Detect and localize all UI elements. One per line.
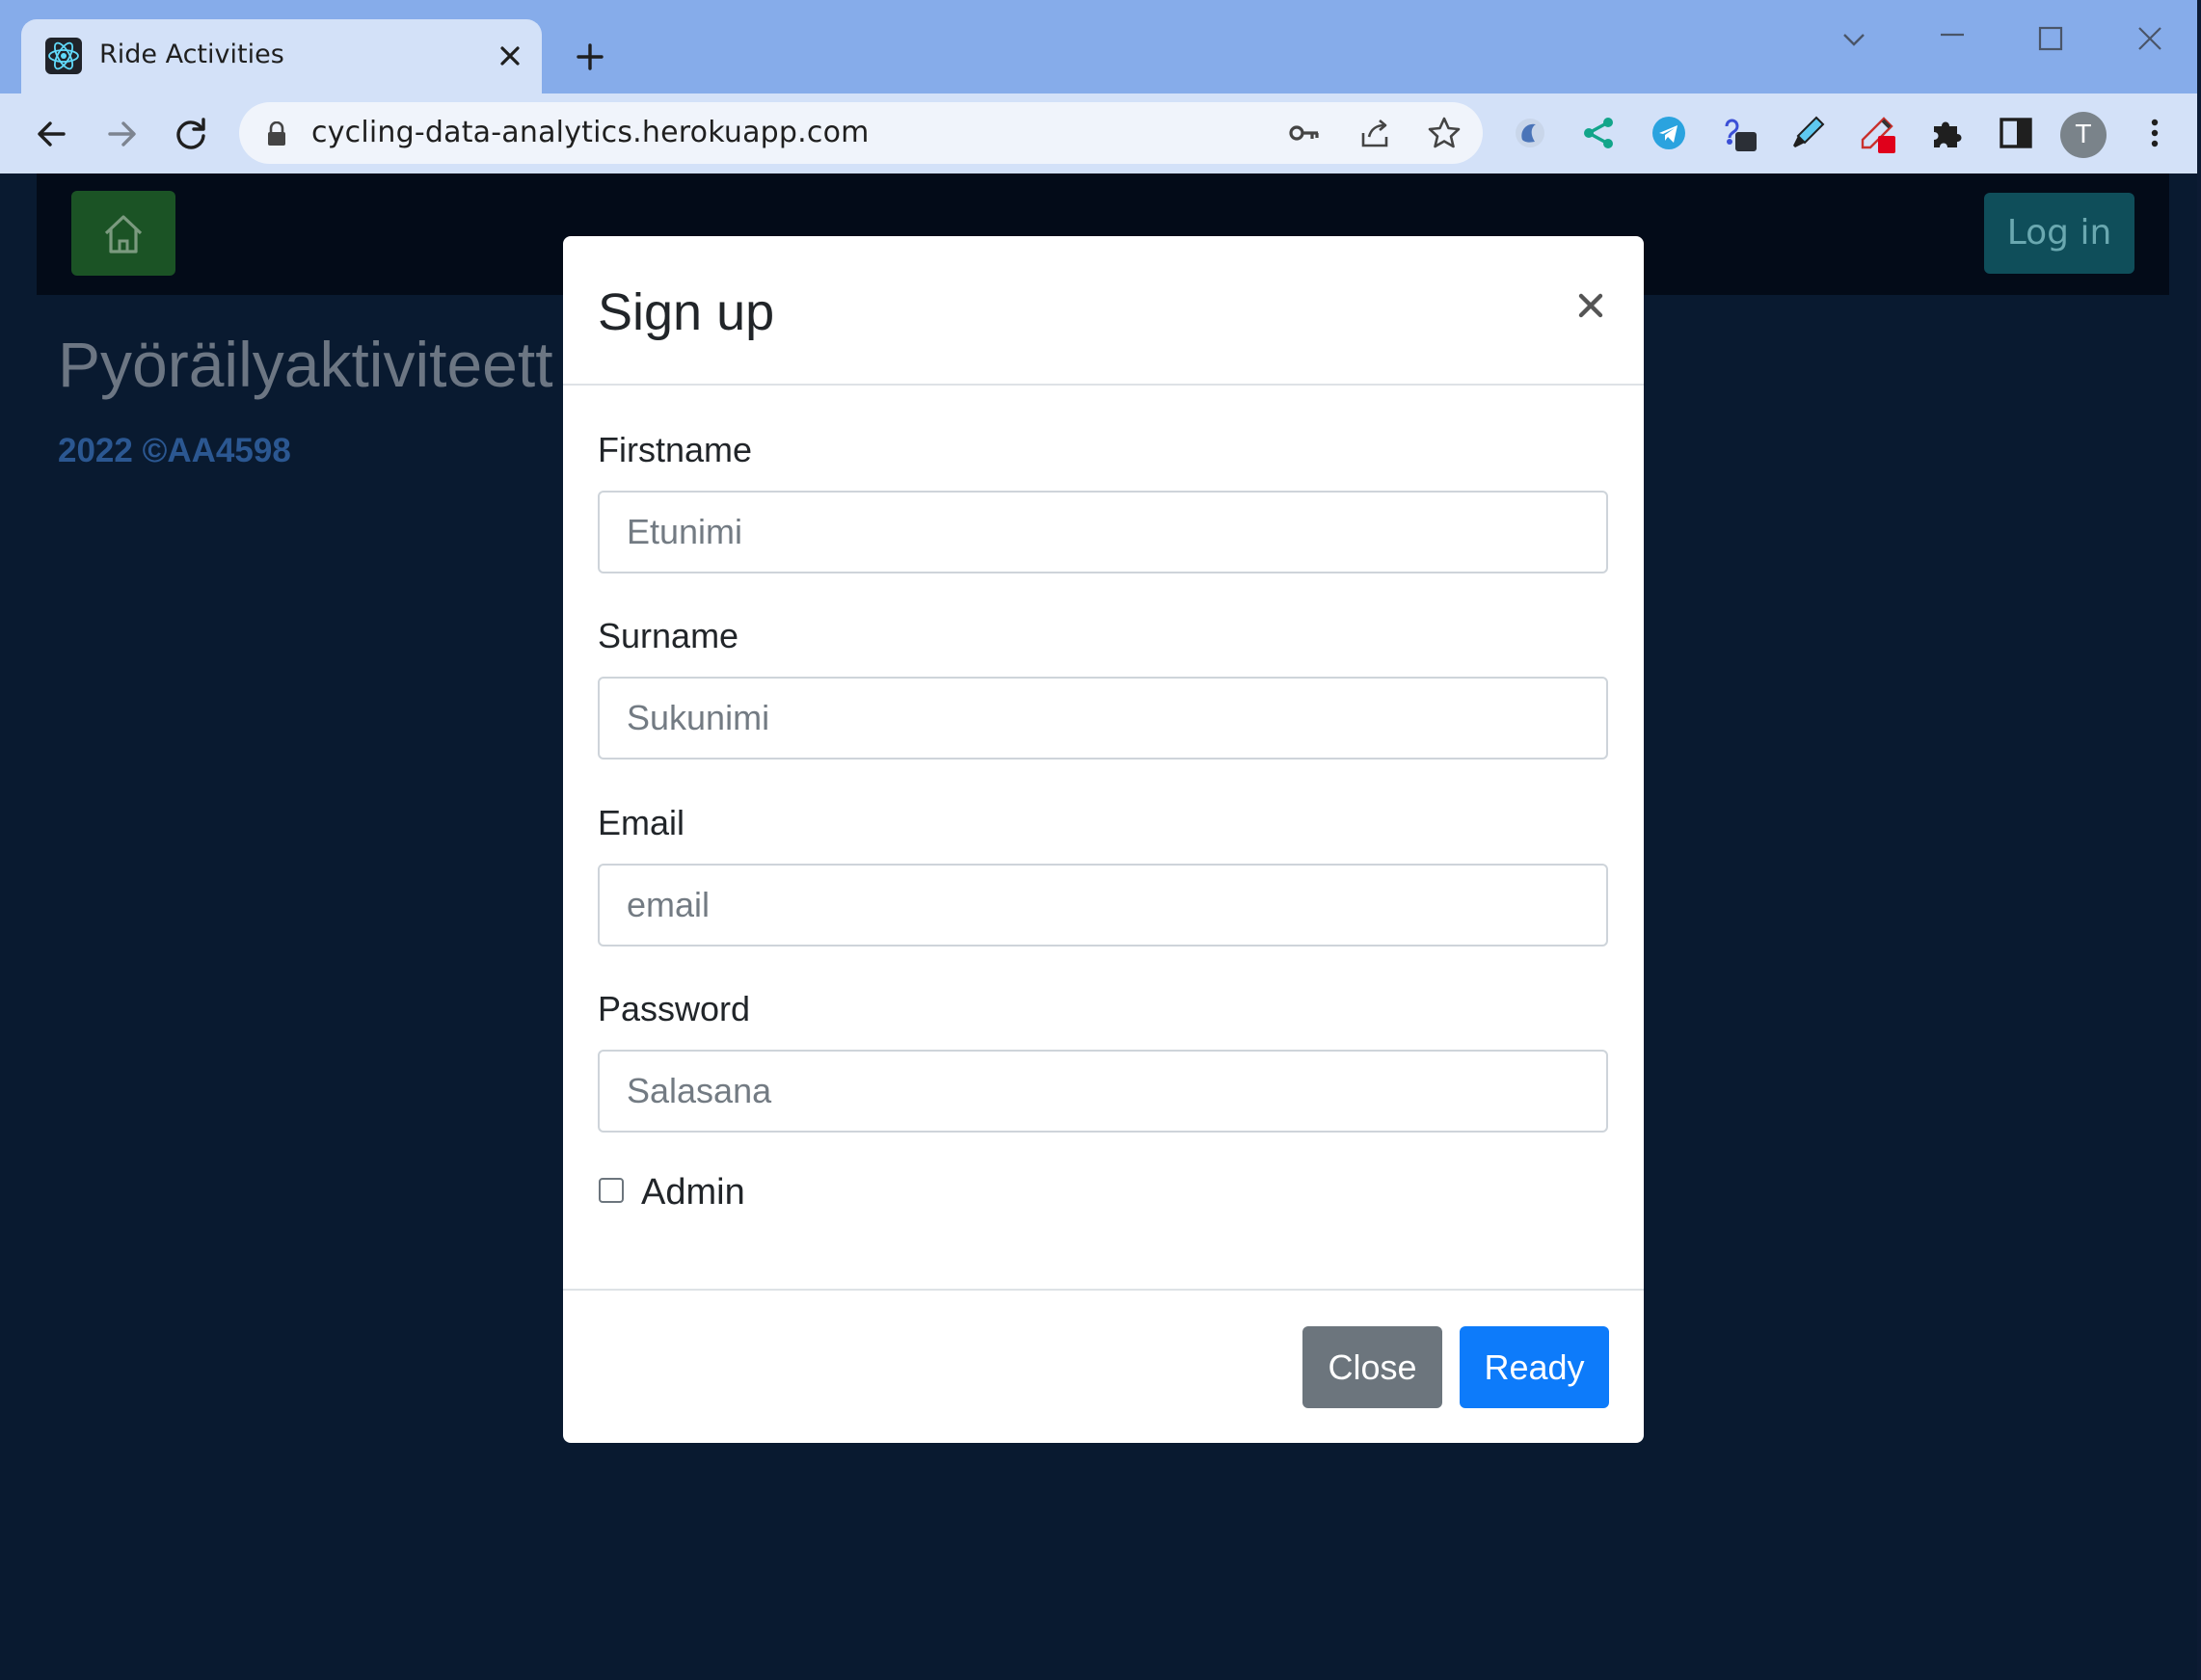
side-panel-icon[interactable] xyxy=(1996,113,2036,153)
surname-input[interactable] xyxy=(598,677,1608,760)
modal-footer: Close Ready xyxy=(563,1289,1644,1443)
puzzle-icon[interactable] xyxy=(1926,113,1967,153)
close-button[interactable]: Close xyxy=(1302,1326,1442,1408)
admin-label[interactable]: Admin xyxy=(641,1171,745,1213)
admin-checkbox[interactable] xyxy=(599,1178,624,1203)
eyedropper-icon[interactable] xyxy=(1857,113,1897,153)
address-bar[interactable]: cycling-data-analytics.herokuapp.com xyxy=(239,102,1483,164)
key-icon[interactable] xyxy=(1285,114,1324,152)
firstname-label: Firstname xyxy=(598,430,753,469)
tab-title: Ride Activities xyxy=(99,40,284,69)
link-extension-icon[interactable] xyxy=(1718,113,1758,153)
bookmark-star-icon[interactable] xyxy=(1425,114,1463,152)
page-title: Pyöräilyaktiviteett xyxy=(58,329,553,400)
email-label: Email xyxy=(598,803,685,842)
back-arrow-icon[interactable] xyxy=(27,109,77,159)
new-tab-icon[interactable] xyxy=(567,34,613,80)
email-input[interactable] xyxy=(598,864,1608,947)
lock-icon[interactable] xyxy=(266,121,287,147)
tab-close-icon[interactable] xyxy=(492,38,528,74)
browser-menu-icon[interactable] xyxy=(2134,113,2175,153)
telegram-icon[interactable] xyxy=(1649,113,1689,153)
password-input[interactable] xyxy=(598,1050,1608,1133)
firstname-input[interactable] xyxy=(598,491,1608,573)
browser-toolbar: cycling-data-analytics.herokuapp.com T xyxy=(0,93,2201,173)
profile-avatar[interactable]: T xyxy=(2060,112,2107,158)
modal-title: Sign up xyxy=(598,283,775,341)
modal-header: Sign up xyxy=(563,236,1644,386)
browser-tab[interactable]: Ride Activities xyxy=(21,19,542,94)
maximize-icon[interactable] xyxy=(2022,15,2080,62)
react-favicon-icon xyxy=(45,38,82,74)
forward-arrow-icon[interactable] xyxy=(96,109,147,159)
tab-search-chevron-icon[interactable] xyxy=(1825,15,1883,62)
browser-titlebar: Ride Activities xyxy=(0,0,2201,94)
window-edge xyxy=(2197,0,2201,1680)
window-close-icon[interactable] xyxy=(2121,15,2179,62)
password-label: Password xyxy=(598,989,751,1028)
signup-modal: Sign up Firstname Surname Email Password… xyxy=(563,236,1644,1443)
copyright-text: 2022 ©AA4598 xyxy=(58,432,291,469)
extension-swirl-icon[interactable] xyxy=(1510,113,1550,153)
share-icon[interactable] xyxy=(1355,114,1394,152)
modal-close-icon[interactable] xyxy=(1571,286,1610,325)
home-button[interactable] xyxy=(71,191,175,276)
ready-button[interactable]: Ready xyxy=(1460,1326,1609,1408)
highlighter-icon[interactable] xyxy=(1787,113,1828,153)
login-button[interactable]: Log in xyxy=(1984,193,2134,274)
share-extension-icon[interactable] xyxy=(1579,113,1620,153)
reload-icon[interactable] xyxy=(166,109,216,159)
surname-label: Surname xyxy=(598,616,739,655)
url-text[interactable]: cycling-data-analytics.herokuapp.com xyxy=(311,114,870,152)
home-icon xyxy=(104,215,143,253)
minimize-icon[interactable] xyxy=(1923,15,1981,62)
